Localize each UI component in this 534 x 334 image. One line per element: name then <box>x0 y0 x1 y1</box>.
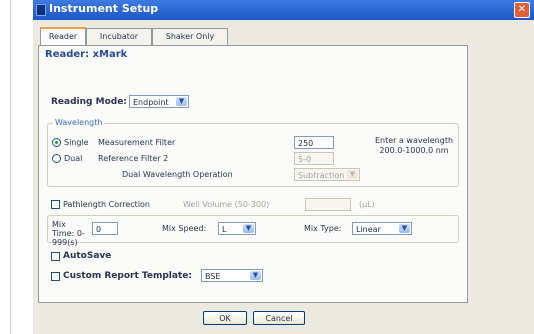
cancel-button[interactable]: Cancel <box>253 311 305 325</box>
wavelength-group: Wavelength Single Dual Measurement Filte… <box>47 118 459 187</box>
panel-title: Reader: xMark <box>45 49 128 60</box>
mix-group: Mix Time: 0-999(s) 0 Mix Speed: L ▼ Mix … <box>47 215 459 247</box>
well-volume-label: Well Volume (50-300) <box>183 200 270 209</box>
autosave-checkbox[interactable] <box>51 252 60 261</box>
custom-report-select[interactable]: BSE ▼ <box>201 269 263 282</box>
single-label: Single <box>64 138 89 147</box>
tab-shaker-only[interactable]: Shaker Only <box>152 28 228 45</box>
wavelength-hint: Enter a wavelength 200.0-1000.0 nm <box>374 136 454 155</box>
reading-mode-select[interactable]: Endpoint ▼ <box>129 95 189 108</box>
chevron-down-icon: ▼ <box>176 97 187 106</box>
chevron-down-icon: ▼ <box>250 271 261 280</box>
mix-time-input[interactable]: 0 <box>92 222 118 235</box>
mix-type-select[interactable]: Linear ▼ <box>352 222 412 235</box>
chevron-down-icon: ▼ <box>347 170 358 179</box>
instrument-setup-window: Instrument Setup ✕ Reader Incubator Shak… <box>33 0 534 334</box>
measurement-filter-label: Measurement Filter <box>98 138 176 147</box>
chevron-down-icon: ▼ <box>399 224 410 233</box>
autosave-label: AutoSave <box>63 251 112 261</box>
ok-button[interactable]: OK <box>203 311 247 325</box>
window-title: Instrument Setup <box>49 2 159 15</box>
well-volume-input[interactable] <box>305 198 351 211</box>
measurement-filter-input[interactable]: 250 <box>294 136 334 149</box>
mix-time-label: Mix Time: 0-999(s) <box>52 220 85 247</box>
mix-speed-value: L <box>222 225 227 234</box>
single-radio[interactable] <box>52 138 61 147</box>
close-icon[interactable]: ✕ <box>514 2 530 18</box>
dual-operation-label: Dual Wavelength Operation <box>122 170 233 179</box>
pathlength-label: Pathlength Correction <box>63 200 151 209</box>
dual-operation-value: Subtraction <box>298 171 345 180</box>
well-volume-unit: (µL) <box>359 200 375 209</box>
custom-report-checkbox[interactable] <box>51 272 60 281</box>
mix-type-label: Mix Type: <box>304 224 342 233</box>
custom-report-label: Custom Report Template: <box>63 271 192 281</box>
reader-panel: Reader: xMark Reading Mode: Endpoint ▼ W… <box>38 45 468 303</box>
reading-mode-value: Endpoint <box>133 98 169 107</box>
mix-speed-select[interactable]: L ▼ <box>218 222 256 235</box>
custom-report-value: BSE <box>205 272 221 281</box>
dual-label: Dual <box>64 154 83 163</box>
app-icon <box>36 4 46 16</box>
title-bar: Instrument Setup ✕ <box>33 0 534 20</box>
tab-reader[interactable]: Reader <box>40 27 86 47</box>
mix-speed-label: Mix Speed: <box>162 224 207 233</box>
pathlength-checkbox[interactable] <box>51 200 60 209</box>
reference-filter-input[interactable]: 5-0 <box>294 152 334 165</box>
page-left-edge <box>10 0 11 334</box>
mix-type-value: Linear <box>356 225 381 234</box>
dual-operation-select[interactable]: Subtraction ▼ <box>294 168 360 181</box>
reference-filter-label: Reference Filter 2 <box>98 154 169 163</box>
chevron-down-icon: ▼ <box>243 224 254 233</box>
reading-mode-label: Reading Mode: <box>51 97 127 107</box>
dual-radio[interactable] <box>52 154 61 163</box>
tab-incubator[interactable]: Incubator <box>86 28 152 45</box>
wavelength-legend: Wavelength <box>53 118 105 127</box>
